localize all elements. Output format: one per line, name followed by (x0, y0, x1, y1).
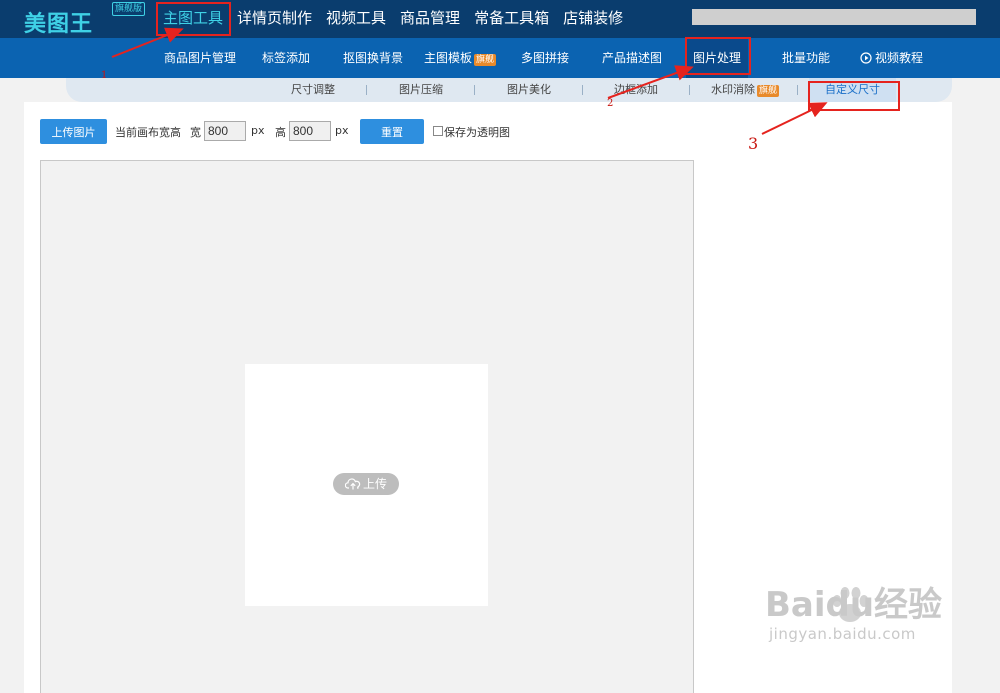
annotation-arrow-3 (761, 102, 828, 135)
annotation-arrow-2 (607, 65, 694, 99)
annotation-arrow-1 (111, 27, 184, 58)
baidu-watermark: Baidu经验 jingyan.baidu.com (765, 585, 942, 643)
watermark-brand: Baidu经验 (765, 585, 943, 625)
watermark-url: jingyan.baidu.com (769, 625, 916, 643)
annotation-number-2: 2 (607, 98, 614, 109)
annotation-number-3: 3 (748, 134, 759, 153)
annotation-number-1: 1 (101, 70, 108, 81)
